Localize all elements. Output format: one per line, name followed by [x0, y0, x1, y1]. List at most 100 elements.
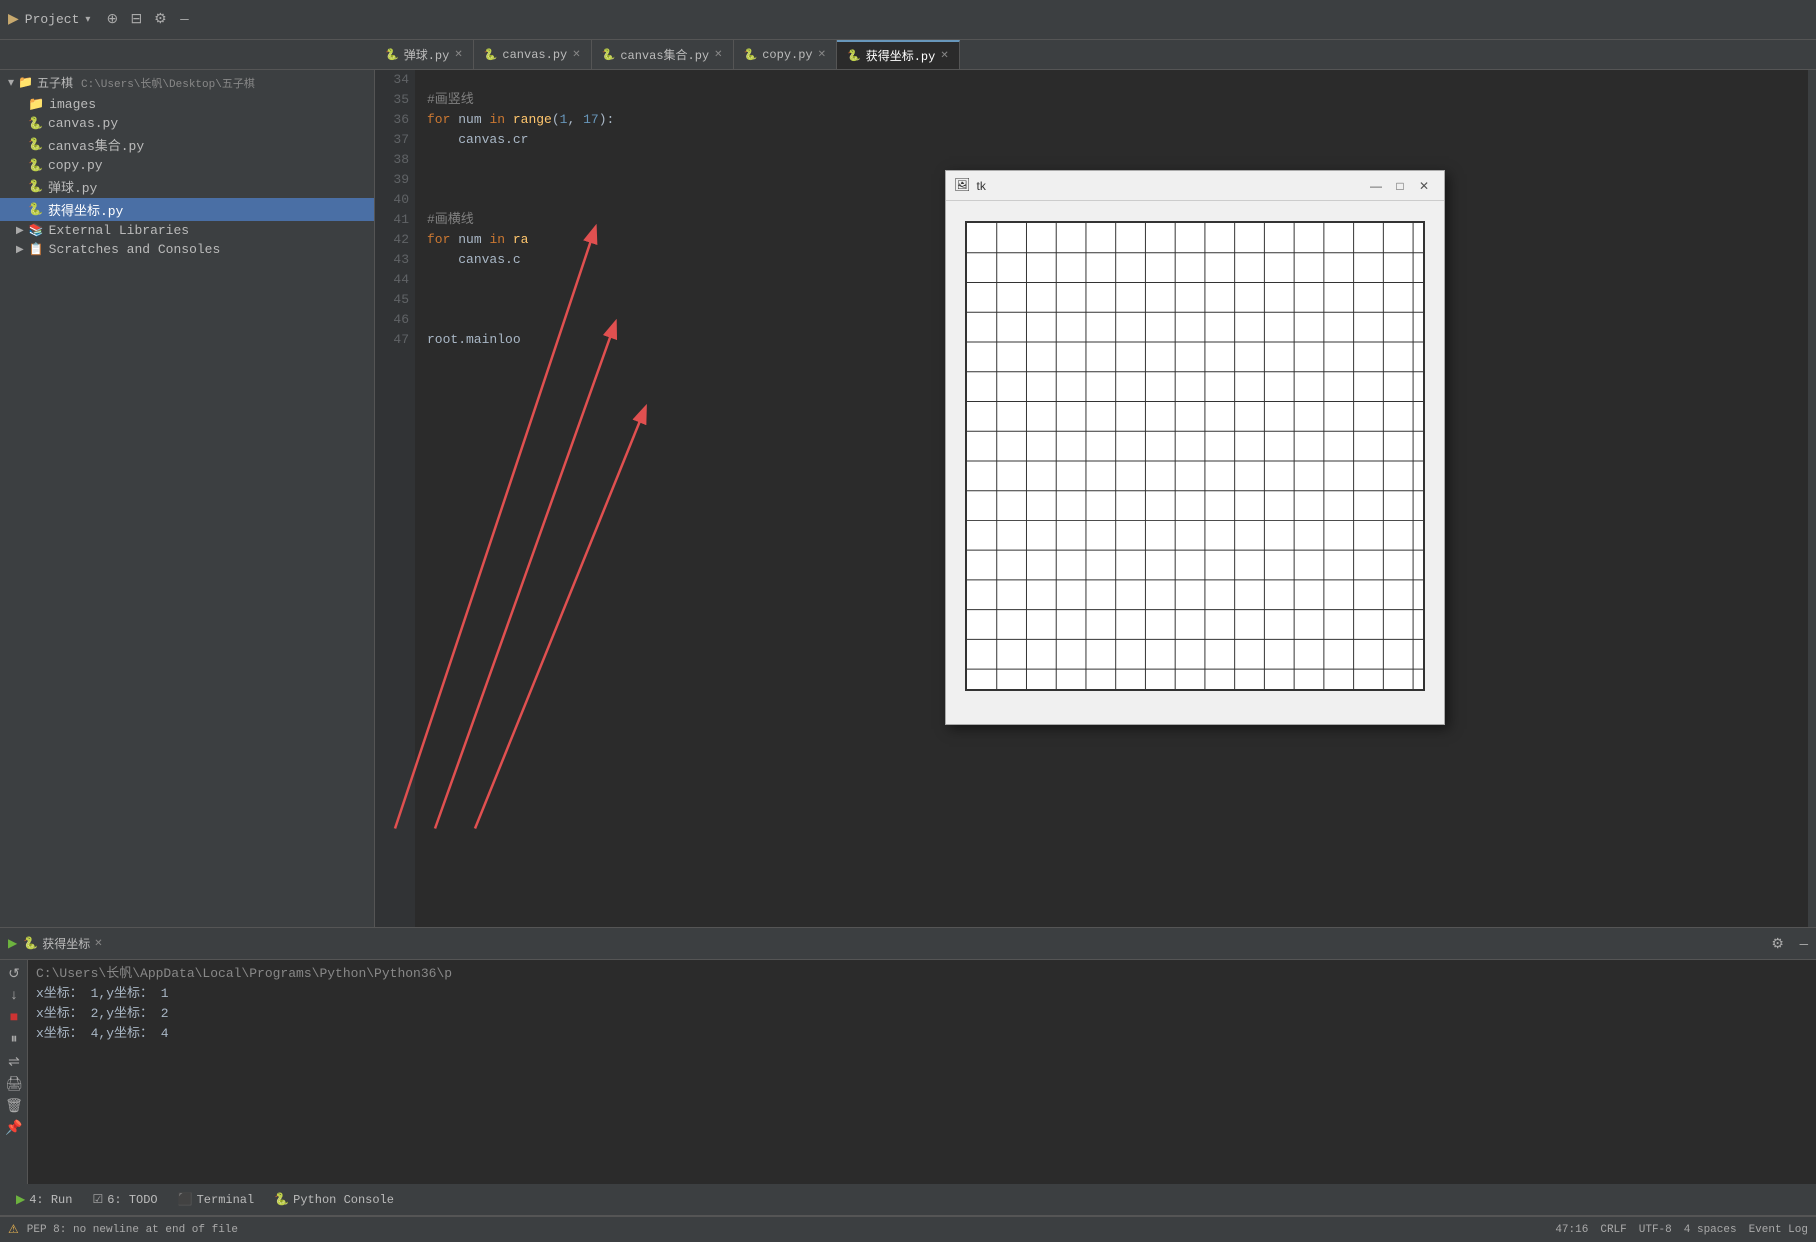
- run-output-line-2: x坐标： 2,y坐标： 2: [36, 1004, 1808, 1024]
- tab-close-canvas[interactable]: ✕: [572, 49, 580, 61]
- add-files-icon[interactable]: ⊕: [102, 10, 122, 30]
- run-output-line-1: x坐标： 1,y坐标： 1: [36, 984, 1808, 1004]
- print-button[interactable]: 🖨: [4, 1074, 24, 1094]
- main-layout: ▾ 📁 五子棋 C:\Users\长帆\Desktop\五子棋 📁 images…: [0, 70, 1816, 927]
- run-controls: ↺ ↓ ■ ⏸ ⇌ 🖨 🗑 📌: [0, 960, 28, 1184]
- tab-close-获得坐标[interactable]: ✕: [940, 50, 948, 62]
- trash-button[interactable]: 🗑: [4, 1096, 24, 1116]
- warning-icon: ⚠: [8, 1222, 19, 1237]
- run-path-line: C:\Users\长帆\AppData\Local\Programs\Pytho…: [36, 964, 1808, 984]
- event-log-button[interactable]: Event Log: [1749, 1224, 1808, 1236]
- editor-area: 34 35 36 37 38 39 40 41 42 43 44 45 46 4…: [375, 70, 1816, 927]
- chevron-right-icon: ▶: [16, 225, 24, 237]
- run-icon: ▶: [16, 1192, 25, 1207]
- bottom-tab-run[interactable]: ▶ 4: Run: [8, 1188, 80, 1211]
- position-indicator[interactable]: 47:16: [1555, 1224, 1588, 1236]
- py-file-icon-3: 🐍: [602, 48, 616, 62]
- tk-icon: 🖼: [954, 178, 971, 193]
- tk-canvas: [965, 221, 1425, 691]
- pin-button[interactable]: 📌: [4, 1118, 24, 1138]
- tk-maximize-button[interactable]: □: [1388, 176, 1412, 196]
- scratches-folder-icon: 📋: [29, 242, 44, 257]
- line-numbers: 34 35 36 37 38 39 40 41 42 43 44 45 46 4…: [375, 70, 415, 927]
- code-line-35: #画竖线: [427, 90, 1796, 110]
- tab-弹球[interactable]: 🐍 弹球.py ✕: [375, 40, 474, 69]
- terminal-icon: ⬛: [178, 1192, 193, 1207]
- sidebar-header: ▾ 📁 五子棋 C:\Users\长帆\Desktop\五子棋: [0, 70, 374, 95]
- status-bar-right: 47:16 CRLF UTF-8 4 spaces Event Log: [1555, 1224, 1808, 1236]
- stop-button[interactable]: ■: [4, 1008, 24, 1028]
- tk-close-button[interactable]: ✕: [1412, 176, 1436, 196]
- py-icon-5: 🐍: [28, 202, 43, 217]
- indent-indicator[interactable]: 4 spaces: [1684, 1224, 1737, 1236]
- sidebar-item-弹球-py[interactable]: 🐍 弹球.py: [0, 175, 374, 198]
- run-tab-icon: 🐍: [23, 936, 38, 951]
- layout-icon[interactable]: ⊟: [126, 10, 146, 30]
- run-panel: ▶ 🐍 获得坐标 ✕ ⚙ — ↺ ↓ ■ ⏸ ⇌ 🖨 🗑 📌 C:\Users\…: [0, 927, 1816, 1184]
- sidebar-item-获得坐标-py[interactable]: 🐍 获得坐标.py: [0, 198, 374, 221]
- folder-icon: 📁: [28, 97, 44, 112]
- code-line-37: canvas.cr: [427, 130, 1796, 150]
- code-line-36: for num in range(1, 17):: [427, 110, 1796, 130]
- sidebar-item-copy-py[interactable]: 🐍 copy.py: [0, 156, 374, 175]
- tab-获得坐标[interactable]: 🐍 获得坐标.py ✕: [837, 40, 960, 69]
- project-path: C:\Users\长帆\Desktop\五子棋: [81, 75, 255, 91]
- bottom-tabs: ▶ 4: Run ☑ 6: TODO ⬛ Terminal 🐍 Python C…: [0, 1184, 1816, 1216]
- file-tabs: 🐍 弹球.py ✕ 🐍 canvas.py ✕ 🐍 canvas集合.py ✕ …: [0, 40, 1816, 70]
- settings-icon[interactable]: ⚙: [150, 10, 170, 30]
- todo-icon: ☑: [92, 1192, 103, 1207]
- chevron-down-icon-project: ▾: [8, 75, 14, 90]
- tab-close-canvas集合[interactable]: ✕: [714, 49, 722, 61]
- sidebar-item-external-libraries[interactable]: ▶ 📚 External Libraries: [0, 221, 374, 240]
- sidebar-item-images[interactable]: 📁 images: [0, 95, 374, 114]
- bottom-tab-terminal[interactable]: ⬛ Terminal: [170, 1188, 263, 1211]
- py-icon: 🐍: [28, 116, 43, 131]
- charset-indicator[interactable]: UTF-8: [1639, 1224, 1672, 1236]
- minimize-run-icon[interactable]: —: [1800, 937, 1808, 953]
- project-folder-icon: 📁: [18, 75, 33, 90]
- line-ending-indicator[interactable]: CRLF: [1600, 1224, 1626, 1236]
- tk-title: tk: [977, 179, 1364, 193]
- py-icon-2: 🐍: [28, 137, 43, 152]
- chevron-down-icon: ▾: [85, 14, 90, 26]
- code-line-34: [427, 70, 1796, 90]
- py-file-icon-5: 🐍: [847, 49, 861, 63]
- run-output: C:\Users\长帆\AppData\Local\Programs\Pytho…: [28, 960, 1816, 1184]
- tab-canvas集合[interactable]: 🐍 canvas集合.py ✕: [592, 40, 734, 69]
- minimize-icon[interactable]: —: [174, 10, 194, 30]
- code-line-38: [427, 150, 1796, 170]
- sidebar-item-scratches[interactable]: ▶ 📋 Scratches and Consoles: [0, 240, 374, 259]
- run-tab-close[interactable]: ✕: [94, 938, 102, 950]
- settings-icon-run[interactable]: ⚙: [1771, 937, 1784, 953]
- tab-close-copy[interactable]: ✕: [818, 49, 826, 61]
- bottom-tab-todo[interactable]: ☑ 6: TODO: [84, 1188, 165, 1211]
- grid-svg: [967, 223, 1423, 689]
- pause-button[interactable]: ⏸: [4, 1030, 24, 1050]
- wrap-button[interactable]: ⇌: [4, 1052, 24, 1072]
- run-output-line-3: x坐标： 4,y坐标： 4: [36, 1024, 1808, 1044]
- project-label: Project: [25, 12, 80, 27]
- tk-window: 🖼 tk — □ ✕: [945, 170, 1445, 725]
- py-file-icon-2: 🐍: [484, 48, 498, 62]
- warning-text: PEP 8: no newline at end of file: [27, 1224, 238, 1236]
- run-body: ↺ ↓ ■ ⏸ ⇌ 🖨 🗑 📌 C:\Users\长帆\AppData\Loca…: [0, 960, 1816, 1184]
- sidebar-item-canvas集合-py[interactable]: 🐍 canvas集合.py: [0, 133, 374, 156]
- py-file-icon: 🐍: [385, 48, 399, 62]
- project-name: 五子棋: [37, 74, 73, 91]
- tab-close-弹球[interactable]: ✕: [454, 49, 462, 61]
- lib-icon: 📚: [29, 223, 44, 238]
- scroll-down-button[interactable]: ↓: [4, 986, 24, 1006]
- tk-minimize-button[interactable]: —: [1364, 176, 1388, 196]
- tab-canvas[interactable]: 🐍 canvas.py ✕: [474, 40, 592, 69]
- run-tab-获得坐标[interactable]: 🐍 获得坐标 ✕: [23, 935, 102, 952]
- run-panel-header: ▶ 🐍 获得坐标 ✕ ⚙ —: [0, 928, 1816, 960]
- top-bar: ▶ Project ▾ ⊕ ⊟ ⚙ —: [0, 0, 1816, 40]
- bottom-tab-python-console[interactable]: 🐍 Python Console: [266, 1188, 402, 1211]
- run-icon-small: ▶: [8, 936, 17, 951]
- scratches-icon: ▶: [16, 244, 24, 256]
- sidebar-item-canvas-py[interactable]: 🐍 canvas.py: [0, 114, 374, 133]
- rerun-button[interactable]: ↺: [4, 964, 24, 984]
- tab-copy[interactable]: 🐍 copy.py ✕: [734, 40, 838, 69]
- editor-scrollbar[interactable]: [1808, 70, 1816, 927]
- py-icon-4: 🐍: [28, 179, 43, 194]
